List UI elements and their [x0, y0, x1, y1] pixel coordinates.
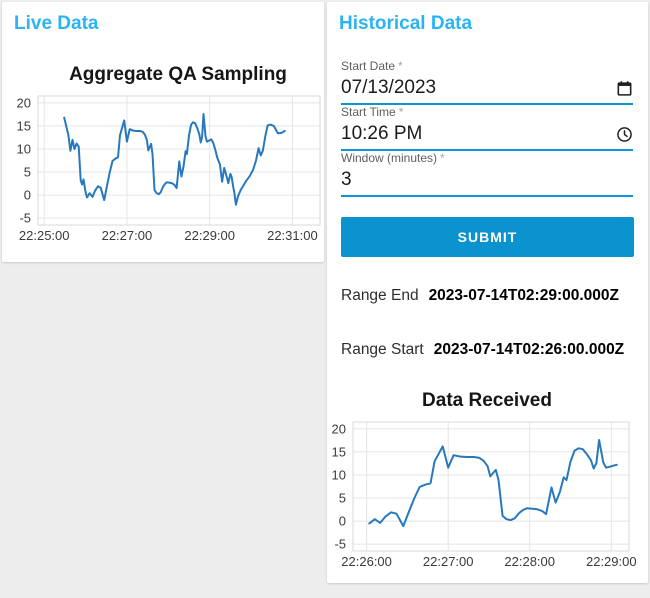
submit-button[interactable]: SUBMIT: [341, 217, 634, 257]
required-marker: *: [398, 59, 403, 73]
svg-text:5: 5: [24, 165, 31, 180]
svg-text:0: 0: [339, 514, 346, 529]
historical-chart: -5 0 5 10 15 20 22:26:00 22:27:00 22:28:00 22:29:…: [332, 421, 637, 569]
svg-text:22:27:00: 22:27:00: [423, 554, 474, 569]
clock-icon[interactable]: [616, 126, 633, 143]
start-date-field: Start Date *: [341, 59, 633, 105]
historical-chart-title: Data Received: [422, 390, 552, 411]
start-time-input[interactable]: [341, 123, 616, 145]
range-start-label: Range Start: [341, 341, 424, 358]
range-end-value: 2023-07-14T02:29:00.000Z: [428, 287, 619, 304]
window-minutes-field: Window (minutes) *: [341, 151, 633, 197]
live-chart: -5 0 5 10 15 20 22:25:00 22:27:00 22:29:00 22:31:…: [17, 95, 321, 243]
calendar-icon[interactable]: [616, 80, 633, 97]
dashboard: Live Data Aggregate QA Sampling -5 0 5 10 15…: [0, 0, 650, 598]
required-marker: *: [398, 105, 404, 119]
window-minutes-input[interactable]: [341, 169, 633, 191]
svg-text:-5: -5: [334, 537, 346, 552]
range-end-row: Range End 2023-07-14T02:29:00.000Z: [341, 287, 619, 305]
range-end-label: Range End: [341, 287, 419, 304]
svg-text:22:29:00: 22:29:00: [184, 228, 235, 243]
svg-text:22:28:00: 22:28:00: [504, 554, 555, 569]
window-minutes-label: Window (minutes) *: [341, 151, 445, 165]
live-panel-title: Live Data: [14, 13, 99, 34]
svg-text:10: 10: [17, 142, 31, 157]
svg-text:15: 15: [17, 118, 31, 133]
svg-text:20: 20: [332, 421, 346, 436]
live-chart-title: Aggregate QA Sampling: [69, 64, 287, 85]
svg-text:5: 5: [339, 491, 346, 506]
svg-text:22:31:00: 22:31:00: [267, 228, 318, 243]
start-time-field: Start Time *: [341, 105, 633, 151]
svg-text:15: 15: [332, 444, 346, 459]
svg-text:0: 0: [24, 188, 31, 203]
svg-text:22:26:00: 22:26:00: [341, 554, 392, 569]
start-date-label: Start Date *: [341, 59, 403, 73]
range-start-value: 2023-07-14T02:26:00.000Z: [433, 341, 625, 358]
svg-text:20: 20: [17, 95, 31, 110]
svg-text:22:25:00: 22:25:00: [19, 228, 70, 243]
svg-text:-5: -5: [19, 211, 31, 226]
required-marker: *: [440, 151, 445, 165]
historical-panel-title: Historical Data: [339, 13, 473, 34]
svg-text:22:29:00: 22:29:00: [586, 554, 637, 569]
svg-text:10: 10: [332, 468, 346, 483]
start-time-label: Start Time *: [341, 105, 404, 119]
range-start-row: Range Start 2023-07-14T02:26:00.000Z: [341, 341, 624, 359]
svg-text:22:27:00: 22:27:00: [102, 228, 153, 243]
live-data-panel: Live Data Aggregate QA Sampling -5 0 5 10 15…: [2, 2, 324, 262]
start-date-input[interactable]: [341, 77, 616, 99]
historical-data-panel: Historical Data Start Date* Sta: [327, 2, 648, 583]
